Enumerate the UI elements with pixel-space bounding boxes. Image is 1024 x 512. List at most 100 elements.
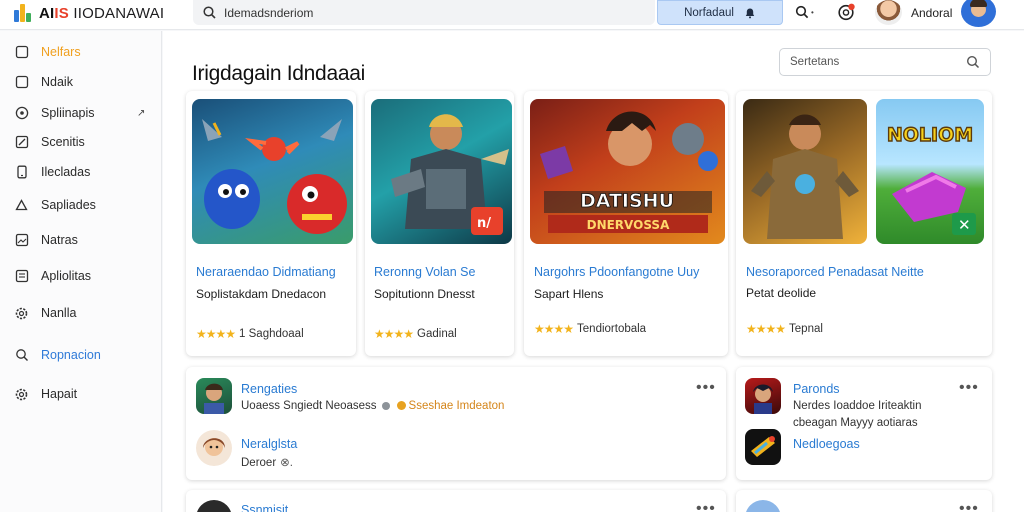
sidebar-item-label: Scenitis	[41, 135, 85, 149]
rating-text: Tendiortobala	[577, 323, 647, 335]
gear-icon	[14, 306, 29, 321]
sidebar-item-10[interactable]: Ropnacion	[0, 342, 162, 368]
game-card[interactable]: NOLIOM ✕ Nesoraporced Penadasat Neitte P…	[736, 91, 992, 356]
rating-text: 1 Saghdoaal	[239, 328, 304, 340]
sidebar-item-label: Nanlla	[41, 306, 77, 320]
list-item-name[interactable]: Nedloegoas	[793, 437, 860, 451]
friends-list: Paronds Nerdes Ioaddoe Iriteaktin cbeaga…	[736, 367, 992, 480]
alerts-button[interactable]	[837, 3, 855, 21]
top-bar: AIIS IIODANAWAI Norfadaul • Andoral	[0, 0, 1024, 30]
app-logo[interactable]: AIIS IIODANAWAI	[14, 4, 164, 22]
rating-text: Tepnal	[789, 323, 823, 335]
game-art-image[interactable]: NOLIOM ✕	[876, 99, 984, 244]
friends-list-2: •••	[736, 490, 992, 512]
sidebar-item-2[interactable]: Ndaik	[0, 69, 162, 95]
user-name[interactable]: Andoral	[911, 6, 952, 20]
game-card[interactable]: n/ Reronng Volan Se Sopitutionn Dnesst ★…	[365, 91, 514, 356]
list-item-sub: Deroer	[241, 457, 277, 469]
search-icon	[14, 348, 29, 363]
profile-avatar[interactable]	[961, 0, 996, 27]
star-rating-icon: ★★★★	[374, 327, 414, 341]
list-item-name[interactable]: Paronds	[793, 382, 840, 396]
game-rating: ★★★★ Tepnal	[746, 322, 823, 336]
game-art-illustration: NOLIOM ✕	[886, 123, 976, 235]
game-title[interactable]: Reronng Volan Se	[374, 265, 475, 279]
magnifier-icon	[795, 5, 809, 19]
avatar[interactable]	[745, 429, 781, 465]
sidebar-item-6[interactable]: Sapliades	[0, 192, 162, 218]
game-title[interactable]: Nesoraporced Penadasat Neitte	[746, 265, 924, 279]
link-icon: ⊗.	[280, 457, 293, 469]
banner-title: DATISHU	[580, 190, 674, 212]
page-title: Irigdagain Idndaaai	[192, 62, 365, 85]
square-icon	[14, 75, 29, 90]
square-icon	[14, 45, 29, 60]
avatar[interactable]	[196, 378, 232, 414]
avatar[interactable]	[745, 500, 781, 512]
game-title[interactable]: Nargohrs Pdoonfangotne Uuy	[534, 265, 699, 279]
svg-text:n/: n/	[477, 216, 491, 231]
sidebar: Nelfars Ndaik Spliinapis ↗ Scenitis Ilec…	[0, 31, 162, 512]
sidebar-item-4[interactable]: Scenitis	[0, 129, 162, 155]
sidebar-item-label: Natras	[41, 233, 78, 247]
search-bar[interactable]	[193, 0, 655, 25]
list-item-tag: Sseshae Imdeaton	[408, 400, 505, 412]
list-item-sub: cbeagan Mayyy aotiaras	[793, 417, 918, 429]
search-icon	[203, 6, 216, 19]
game-subtitle: Soplistakdam Dnedacon	[196, 287, 327, 301]
logo-mark-icon	[14, 4, 34, 22]
sidebar-item-1[interactable]: Nelfars	[0, 39, 162, 65]
game-art-illustration: n/	[391, 114, 509, 235]
sidebar-item-3[interactable]: Spliinapis ↗	[0, 100, 162, 126]
sidebar-item-label: Nelfars	[41, 45, 81, 59]
game-art-illustration	[751, 114, 859, 239]
game-card[interactable]: Neraraendao Didmatiang Soplistakdam Dned…	[186, 91, 356, 356]
game-subtitle: Sopitutionn Dnesst	[374, 287, 475, 301]
avatar[interactable]	[196, 430, 232, 466]
badge-dot-icon	[396, 401, 406, 410]
game-card[interactable]: DATISHU DNERVOSSA Nargohrs Pdoonfangotne…	[524, 91, 728, 356]
avatar[interactable]	[745, 378, 781, 414]
notifications-label: Norfadaul	[684, 6, 734, 19]
user-avatar[interactable]	[875, 0, 902, 25]
avatar[interactable]	[196, 500, 232, 512]
game-art-illustration	[202, 119, 347, 234]
more-options-icon[interactable]: •••	[959, 500, 979, 512]
sidebar-item-11[interactable]: Hapait	[0, 381, 162, 407]
list-item-detail: Deroer ⊗.	[241, 455, 293, 469]
search-dropdown-button[interactable]: •	[795, 5, 814, 19]
brand-part-1: AI	[39, 4, 55, 22]
game-art-image[interactable]	[743, 99, 867, 244]
sidebar-item-label: Sapliades	[41, 198, 96, 212]
game-art-image[interactable]	[192, 99, 353, 244]
search-input[interactable]	[224, 5, 604, 20]
sidebar-item-9[interactable]: Nanlla	[0, 300, 162, 326]
sidebar-item-8[interactable]: Apliolitas	[0, 263, 162, 289]
star-rating-icon: ★★★★	[534, 322, 574, 336]
more-options-icon[interactable]: •••	[959, 379, 979, 397]
more-options-icon[interactable]: •••	[696, 500, 716, 512]
sidebar-item-label: Ilecladas	[41, 165, 91, 179]
game-rating: ★★★★ Gadinal	[374, 327, 457, 341]
sidebar-item-5[interactable]: Ilecladas	[0, 159, 162, 185]
list-item-name[interactable]: Ssnmisit	[241, 503, 288, 512]
banner-subtitle: DNERVOSSA	[587, 218, 670, 232]
sidebar-item-label: Ndaik	[41, 75, 73, 89]
list-item-detail: Uoaess Sngiedt Neoasess Sseshae Imdeaton	[241, 400, 504, 412]
list-item-name[interactable]: Rengaties	[241, 382, 297, 396]
game-title[interactable]: Neraraendao Didmatiang	[196, 265, 336, 279]
notifications-button[interactable]: Norfadaul	[657, 0, 783, 25]
compass-icon	[14, 106, 29, 121]
filter-search-field[interactable]: Sertetans	[779, 48, 991, 76]
document-icon	[14, 269, 29, 284]
brand-part-2: IS	[54, 4, 69, 22]
game-art-image[interactable]: n/	[371, 99, 512, 244]
list-item-name[interactable]: Neralglsta	[241, 437, 297, 451]
edit-icon	[14, 135, 29, 150]
pin-icon[interactable]: ↗	[137, 108, 145, 119]
game-art-image[interactable]: DATISHU DNERVOSSA	[530, 99, 725, 244]
star-rating-icon: ★★★★	[746, 322, 786, 336]
more-options-icon[interactable]: •••	[696, 379, 716, 397]
game-subtitle: Sapart Hlens	[534, 287, 604, 301]
sidebar-item-7[interactable]: Natras	[0, 227, 162, 253]
